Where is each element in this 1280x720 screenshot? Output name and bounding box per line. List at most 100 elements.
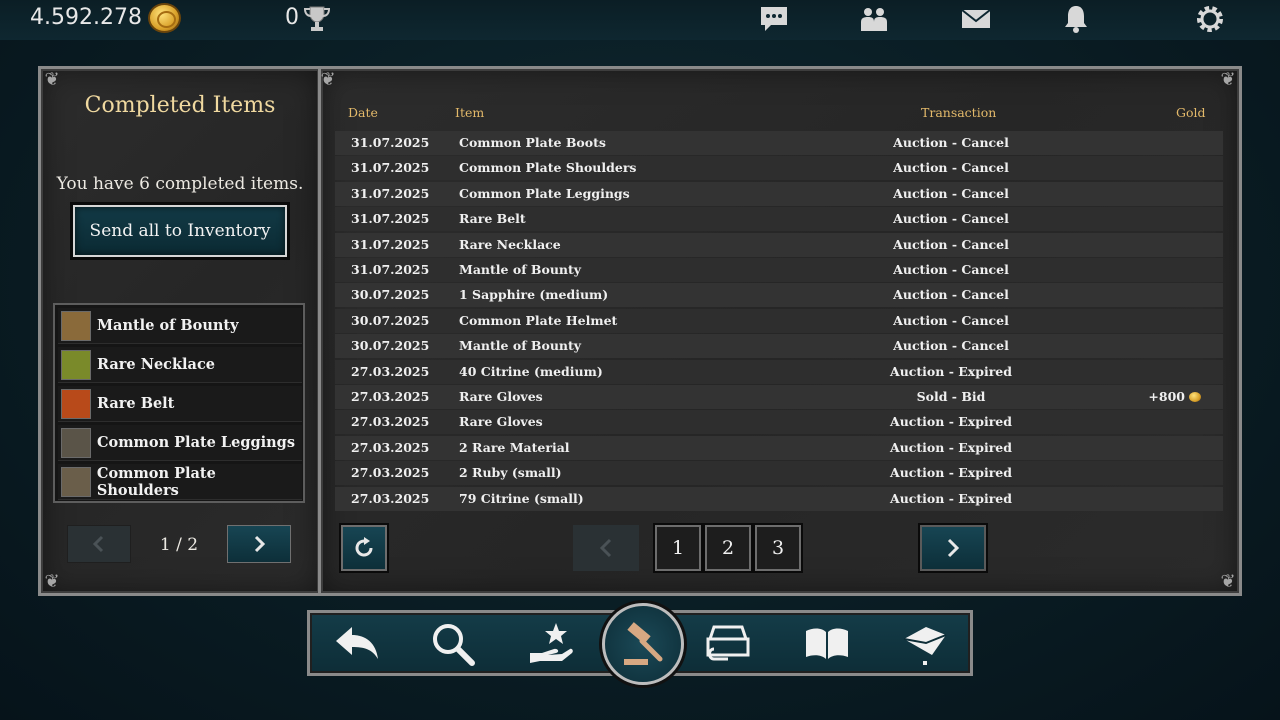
cell-transaction: Auction - Expired <box>890 439 1012 455</box>
list-item-label: Mantle of Bounty <box>97 317 239 334</box>
register-icon[interactable] <box>704 619 754 669</box>
cell-item: Mantle of Bounty <box>459 262 582 277</box>
list-item[interactable]: Mantle of Bounty <box>58 308 302 344</box>
cell-date: 31.07.2025 <box>351 262 430 277</box>
send-all-button[interactable]: Send all to Inventory <box>73 205 287 257</box>
cell-item: Rare Gloves <box>459 414 543 430</box>
ornament-corner: ❦ <box>1220 571 1236 592</box>
ornament-corner: ❦ <box>320 69 336 90</box>
cell-item: Mantle of Bounty <box>459 338 582 354</box>
list-item[interactable]: Common Plate Leggings <box>58 425 302 461</box>
cell-transaction: Sold - Bid <box>916 389 986 404</box>
chevron-right-icon <box>947 538 960 558</box>
cell-date: 27.03.2025 <box>351 389 430 404</box>
list-item-label: Common Plate Shoulders <box>96 464 216 499</box>
cell-gold: +800 <box>1148 389 1201 404</box>
cell-item: 2 Rare Material <box>459 439 570 455</box>
gold-value: +800 <box>1148 389 1185 404</box>
cell-item: Rare Gloves <box>459 389 543 404</box>
prev-page-button[interactable] <box>67 525 131 563</box>
column-header-date: Date <box>348 105 378 120</box>
next-page-button[interactable] <box>227 525 291 563</box>
ornament-corner: ❦ <box>44 69 60 90</box>
cell-item: 40 Citrine (medium) <box>459 363 603 379</box>
table-row: 31.07.2025 Mantle of Bounty Auction - Canc… <box>335 258 1223 282</box>
cell-transaction: Auction - Cancel <box>893 312 1009 328</box>
table-row: 27.03.2025 2 Rare Material Auction - Expir… <box>335 435 1223 460</box>
cell-date: 27.03.2025 <box>351 414 430 430</box>
trophy-count: 0 <box>285 5 299 30</box>
cell-date: 30.07.2025 <box>351 287 430 303</box>
list-item[interactable]: Rare Necklace <box>58 347 302 383</box>
refresh-icon <box>355 537 373 557</box>
cell-date: 31.07.2025 <box>351 185 430 201</box>
list-item-label: Rare Necklace <box>97 356 216 373</box>
belt-icon <box>61 388 91 419</box>
completed-count-text: You have 6 completed items. <box>56 174 304 194</box>
table-row: 27.03.2025 Rare Gloves Sold - Bid +800 <box>335 385 1223 409</box>
cell-transaction: Auction - Cancel <box>893 211 1009 227</box>
table-row: 27.03.2025 Rare Gloves Auction - Expired <box>335 410 1223 435</box>
friends-icon[interactable] <box>858 4 890 34</box>
auction-tab-active[interactable] <box>602 603 684 685</box>
page-button-2[interactable]: 2 <box>705 525 751 571</box>
chevron-left-icon <box>92 535 104 553</box>
completed-item-list: Mantle of Bounty Rare Necklace Rare Belt… <box>53 303 305 503</box>
bell-icon[interactable] <box>1060 4 1092 34</box>
mail-icon[interactable] <box>960 4 992 34</box>
auction-gavel-icon <box>624 622 663 665</box>
table-row: 31.07.2025 Rare Belt Auction - Cancel <box>335 207 1223 232</box>
list-item-label: Common Plate Leggings <box>97 434 295 451</box>
table-row: 27.03.2025 79 Citrine (small) Auction - Ex… <box>335 486 1223 511</box>
list-item[interactable]: Rare Belt <box>58 386 302 422</box>
bottom-navigation <box>307 603 973 685</box>
cell-transaction: Auction - Cancel <box>893 185 1009 201</box>
gold-coin-icon <box>1189 392 1201 402</box>
ornament-corner: ❦ <box>44 571 60 592</box>
cell-date: 31.07.2025 <box>351 135 430 150</box>
completed-items-panel: ❦ ❦ Completed Items You have 6 completed… <box>38 66 322 596</box>
cell-transaction: Auction - Cancel <box>893 287 1009 303</box>
search-icon[interactable] <box>428 619 478 669</box>
table-row: 31.07.2025 Common Plate Leggings Auction -… <box>335 181 1223 206</box>
refresh-button[interactable] <box>341 525 387 571</box>
cell-transaction: Auction - Expired <box>890 414 1012 430</box>
cell-item: Common Plate Shoulders <box>459 160 637 176</box>
column-header-gold: Gold <box>1176 105 1206 120</box>
table-prev-page-button[interactable] <box>573 525 639 571</box>
book-icon[interactable] <box>802 619 852 669</box>
cell-item: Common Plate Leggings <box>459 185 630 201</box>
cell-date: 27.03.2025 <box>351 490 430 506</box>
back-icon[interactable] <box>332 619 382 669</box>
top-bar: 4.592.278 0 <box>0 0 1280 40</box>
page-button-3[interactable]: 3 <box>755 525 801 571</box>
cell-transaction: Auction - Cancel <box>893 135 1009 150</box>
shoulders-icon <box>61 466 91 497</box>
envelope-icon[interactable] <box>900 619 950 669</box>
cell-transaction: Auction - Cancel <box>893 262 1009 277</box>
list-item[interactable]: Common Plate Shoulders <box>58 464 302 500</box>
leggings-icon <box>61 427 91 458</box>
column-header-transaction: Transaction <box>921 105 997 120</box>
cell-transaction: Auction - Expired <box>890 363 1012 379</box>
table-row: 30.07.2025 Common Plate Helmet Auction - C… <box>335 308 1223 333</box>
cell-item: Common Plate Helmet <box>459 312 618 328</box>
cell-item: Common Plate Boots <box>459 135 606 150</box>
cell-date: 31.07.2025 <box>351 160 430 176</box>
gear-icon[interactable] <box>1194 4 1226 34</box>
cell-transaction: Auction - Cancel <box>893 160 1009 176</box>
page-button-1[interactable]: 1 <box>655 525 701 571</box>
offer-icon[interactable] <box>526 619 576 669</box>
cell-item: 1 Sapphire (medium) <box>459 287 609 303</box>
cell-item: Rare Necklace <box>459 236 561 252</box>
necklace-icon <box>61 349 91 380</box>
chat-icon[interactable] <box>758 4 790 34</box>
table-next-page-button[interactable] <box>920 525 986 571</box>
panel-title: Completed Items <box>84 93 276 118</box>
cell-item: Rare Belt <box>459 211 526 227</box>
table-row: 31.07.2025 Common Plate Shoulders Auction … <box>335 156 1223 181</box>
trophy-icon <box>303 6 331 31</box>
mantle-icon <box>61 310 91 341</box>
table-row: 30.07.2025 Mantle of Bounty Auction - Canc… <box>335 334 1223 359</box>
page-indicator: 1 / 2 <box>159 535 199 555</box>
